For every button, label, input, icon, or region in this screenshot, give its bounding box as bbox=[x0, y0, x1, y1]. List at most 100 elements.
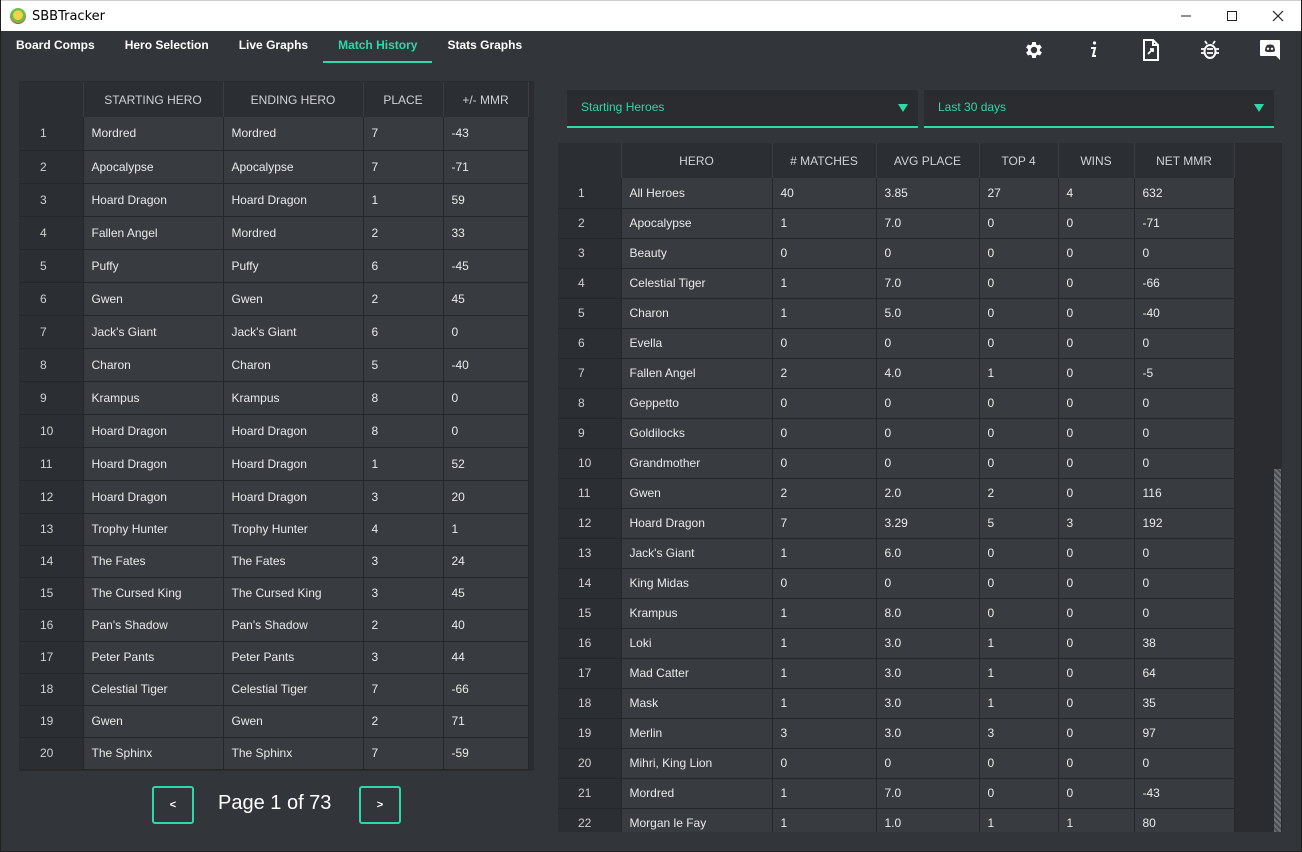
next-page-button[interactable]: > bbox=[359, 786, 401, 824]
wins-cell: 0 bbox=[1058, 628, 1135, 659]
starting-hero-cell: Hoard Dragon bbox=[83, 183, 224, 217]
hero-filter-select[interactable]: Starting Heroes bbox=[567, 90, 918, 128]
table-row[interactable]: 22 Morgan le Fay 1 1.0 1 1 80 bbox=[558, 808, 1235, 832]
discord-button[interactable] bbox=[1256, 36, 1284, 64]
settings-button[interactable] bbox=[1020, 36, 1048, 64]
table-row[interactable]: 14 King Midas 0 0 0 0 0 bbox=[558, 568, 1235, 599]
table-row[interactable]: 10 Grandmother 0 0 0 0 0 bbox=[558, 448, 1235, 479]
wins-cell: 3 bbox=[1058, 508, 1135, 539]
avg-place-cell: 6.0 bbox=[876, 538, 980, 569]
column-header-avg-place[interactable]: AVG PLACE bbox=[876, 143, 980, 178]
top4-cell: 2 bbox=[979, 478, 1059, 509]
matches-cell: 0 bbox=[772, 748, 877, 779]
table-row[interactable]: 6 Evella 0 0 0 0 0 bbox=[558, 328, 1235, 359]
top4-cell: 0 bbox=[979, 388, 1059, 419]
minimize-button[interactable] bbox=[1163, 1, 1209, 31]
avg-place-cell: 0 bbox=[876, 418, 980, 449]
table-row[interactable]: 4 Celestial Tiger 1 7.0 0 0 -66 bbox=[558, 268, 1235, 299]
table-row[interactable]: 9 Goldilocks 0 0 0 0 0 bbox=[558, 418, 1235, 449]
table-row[interactable]: 16 Loki 1 3.0 1 0 38 bbox=[558, 628, 1235, 659]
ending-hero-cell: Hoard Dragon bbox=[223, 447, 364, 481]
table-row[interactable]: 10 Hoard Dragon Hoard Dragon 8 0 bbox=[20, 414, 529, 448]
top4-cell: 0 bbox=[979, 238, 1059, 269]
table-row[interactable]: 12 Hoard Dragon 7 3.29 5 3 192 bbox=[558, 508, 1235, 539]
table-row[interactable]: 17 Peter Pants Peter Pants 3 44 bbox=[20, 641, 529, 674]
table-row[interactable]: 2 Apocalypse Apocalypse 7 -71 bbox=[20, 150, 529, 184]
previous-page-button[interactable]: < bbox=[152, 786, 194, 824]
place-cell: 7 bbox=[363, 117, 444, 151]
table-row[interactable]: 9 Krampus Krampus 8 0 bbox=[20, 381, 529, 415]
table-row[interactable]: 15 Krampus 1 8.0 0 0 0 bbox=[558, 598, 1235, 629]
time-filter-select[interactable]: Last 30 days bbox=[924, 90, 1274, 128]
column-header-starting-hero[interactable]: STARTING HERO bbox=[83, 82, 224, 117]
row-index: 18 bbox=[558, 688, 622, 719]
table-row[interactable]: 14 The Fates The Fates 3 24 bbox=[20, 545, 529, 578]
table-row[interactable]: 12 Hoard Dragon Hoard Dragon 3 20 bbox=[20, 480, 529, 514]
table-row[interactable]: 19 Gwen Gwen 2 71 bbox=[20, 705, 529, 738]
table-row[interactable]: 1 Mordred Mordred 7 -43 bbox=[20, 117, 529, 151]
table-row[interactable]: 5 Puffy Puffy 6 -45 bbox=[20, 249, 529, 283]
matches-cell: 1 bbox=[772, 268, 877, 299]
column-header-mmr[interactable]: +/- MMR bbox=[443, 82, 529, 117]
table-row[interactable]: 21 Mordred 1 7.0 0 0 -43 bbox=[558, 778, 1235, 809]
table-row[interactable]: 8 Geppetto 0 0 0 0 0 bbox=[558, 388, 1235, 419]
table-row[interactable]: 7 Fallen Angel 2 4.0 1 0 -5 bbox=[558, 358, 1235, 389]
matches-cell: 1 bbox=[772, 688, 877, 719]
table-row[interactable]: 8 Charon Charon 5 -40 bbox=[20, 348, 529, 382]
matches-cell: 1 bbox=[772, 598, 877, 629]
table-row[interactable]: 18 Celestial Tiger Celestial Tiger 7 -66 bbox=[20, 673, 529, 706]
info-button[interactable] bbox=[1079, 36, 1107, 64]
row-index: 3 bbox=[20, 183, 84, 217]
table-row[interactable]: 20 The Sphinx The Sphinx 7 -59 bbox=[20, 737, 529, 770]
table-row[interactable]: 13 Trophy Hunter Trophy Hunter 4 1 bbox=[20, 513, 529, 546]
matches-cell: 0 bbox=[772, 388, 877, 419]
matches-cell: 1 bbox=[772, 538, 877, 569]
table-row[interactable]: 18 Mask 1 3.0 1 0 35 bbox=[558, 688, 1235, 719]
table-row[interactable]: 13 Jack's Giant 1 6.0 0 0 0 bbox=[558, 538, 1235, 569]
column-header-place[interactable]: PLACE bbox=[363, 82, 444, 117]
avg-place-cell: 2.0 bbox=[876, 478, 980, 509]
row-index: 13 bbox=[558, 538, 622, 569]
table-row[interactable]: 3 Hoard Dragon Hoard Dragon 1 59 bbox=[20, 183, 529, 217]
column-header-net-mmr[interactable]: NET MMR bbox=[1134, 143, 1235, 178]
column-header-top4[interactable]: TOP 4 bbox=[979, 143, 1059, 178]
wins-cell: 0 bbox=[1058, 268, 1135, 299]
column-header-ending-hero[interactable]: ENDING HERO bbox=[223, 82, 364, 117]
table-row[interactable]: 6 Gwen Gwen 2 45 bbox=[20, 282, 529, 316]
bug-report-button[interactable] bbox=[1196, 36, 1224, 64]
table-row[interactable]: 19 Merlin 3 3.0 3 0 97 bbox=[558, 718, 1235, 749]
column-header-matches[interactable]: # MATCHES bbox=[772, 143, 877, 178]
maximize-button[interactable] bbox=[1209, 1, 1255, 31]
close-button[interactable] bbox=[1255, 1, 1301, 31]
row-index: 13 bbox=[20, 513, 84, 546]
export-button[interactable] bbox=[1137, 36, 1165, 64]
starting-hero-cell: Gwen bbox=[83, 705, 224, 738]
stats-scrollbar[interactable] bbox=[1273, 143, 1282, 832]
column-header-hero[interactable]: HERO bbox=[621, 143, 773, 178]
table-row[interactable]: 17 Mad Catter 1 3.0 1 0 64 bbox=[558, 658, 1235, 689]
table-row[interactable]: 5 Charon 1 5.0 0 0 -40 bbox=[558, 298, 1235, 329]
wins-cell: 0 bbox=[1058, 388, 1135, 419]
table-row[interactable]: 16 Pan's Shadow Pan's Shadow 2 40 bbox=[20, 609, 529, 642]
table-row[interactable]: 7 Jack's Giant Jack's Giant 6 0 bbox=[20, 315, 529, 349]
ending-hero-cell: The Cursed King bbox=[223, 577, 364, 610]
table-row[interactable]: 4 Fallen Angel Mordred 2 33 bbox=[20, 216, 529, 250]
table-row[interactable]: 3 Beauty 0 0 0 0 0 bbox=[558, 238, 1235, 269]
table-row[interactable]: 11 Hoard Dragon Hoard Dragon 1 52 bbox=[20, 447, 529, 481]
scrollbar-thumb[interactable] bbox=[1274, 469, 1281, 832]
wins-cell: 0 bbox=[1058, 538, 1135, 569]
hero-cell: Beauty bbox=[621, 238, 773, 269]
table-row[interactable]: 15 The Cursed King The Cursed King 3 45 bbox=[20, 577, 529, 610]
place-cell: 6 bbox=[363, 249, 444, 283]
table-row[interactable]: 2 Apocalypse 1 7.0 0 0 -71 bbox=[558, 208, 1235, 239]
matches-cell: 7 bbox=[772, 508, 877, 539]
row-index: 11 bbox=[558, 478, 622, 509]
table-row[interactable]: 11 Gwen 2 2.0 2 0 116 bbox=[558, 478, 1235, 509]
row-index: 1 bbox=[558, 178, 622, 209]
net-mmr-cell: 0 bbox=[1134, 748, 1235, 779]
column-header-wins[interactable]: WINS bbox=[1058, 143, 1135, 178]
wins-cell: 0 bbox=[1058, 718, 1135, 749]
table-row[interactable]: 20 Mihri, King Lion 0 0 0 0 0 bbox=[558, 748, 1235, 779]
net-mmr-cell: 192 bbox=[1134, 508, 1235, 539]
table-row[interactable]: 1 All Heroes 40 3.85 27 4 632 bbox=[558, 178, 1235, 209]
